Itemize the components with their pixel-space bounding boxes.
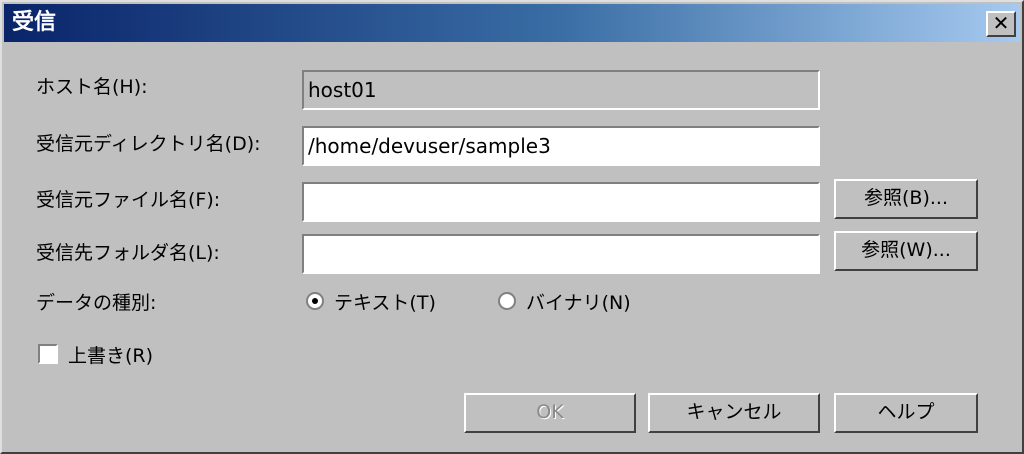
source-file-field[interactable] (302, 182, 820, 222)
text-radio-label[interactable]: テキスト(T) (334, 288, 436, 315)
overwrite-label[interactable]: 上書き(R) (68, 341, 153, 368)
title-bar[interactable]: 受信 ✕ (4, 4, 1020, 42)
overwrite-checkbox[interactable] (38, 344, 58, 364)
dialog-title: 受信 (12, 10, 57, 35)
source-dir-label: 受信元ディレクトリ名(D): (36, 133, 261, 155)
cancel-button[interactable]: キャンセル (648, 393, 820, 433)
binary-radio-label[interactable]: バイナリ(N) (526, 288, 631, 315)
receive-dialog: 受信 ✕ ホスト名(H): 受信元ディレクトリ名(D): 受信元ファイル名(F)… (0, 0, 1024, 454)
data-type-label: データの種別: (36, 292, 157, 314)
close-button[interactable]: ✕ (986, 11, 1016, 37)
host-field (302, 70, 820, 110)
radio-selected-dot (312, 298, 318, 304)
close-icon: ✕ (992, 11, 1010, 35)
binary-radio[interactable] (498, 292, 516, 310)
browse-folder-button[interactable]: 参照(W)... (834, 231, 978, 271)
dest-folder-label: 受信先フォルダ名(L): (36, 242, 220, 264)
host-label: ホスト名(H): (36, 76, 148, 98)
help-button[interactable]: ヘルプ (834, 393, 978, 433)
dest-folder-field[interactable] (302, 234, 820, 274)
source-file-label: 受信元ファイル名(F): (36, 189, 221, 211)
text-radio[interactable] (306, 292, 324, 310)
source-dir-field[interactable] (302, 126, 820, 166)
ok-button[interactable]: OK (464, 393, 636, 433)
browse-file-button[interactable]: 参照(B)... (834, 179, 978, 219)
